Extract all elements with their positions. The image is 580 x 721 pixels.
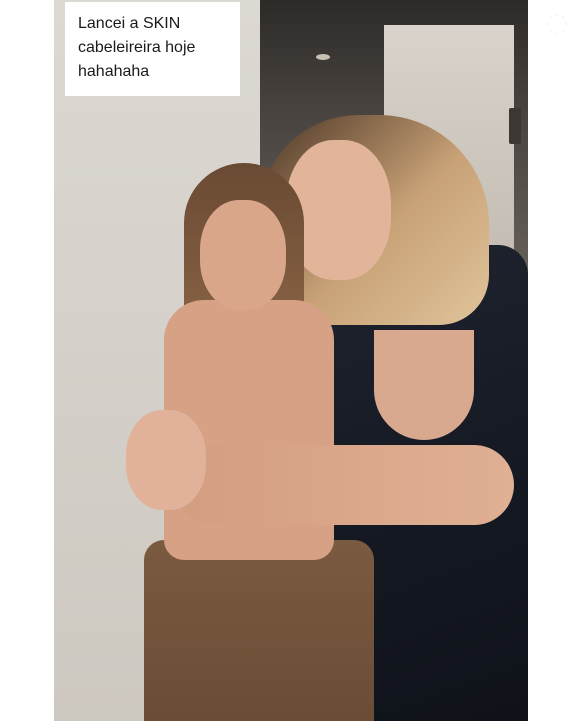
girl-face xyxy=(200,200,286,310)
door-hinge xyxy=(509,108,521,144)
girl-pants xyxy=(144,540,374,721)
woman-neckline xyxy=(374,330,474,440)
watermark-icon: ◌ xyxy=(545,8,569,38)
girl-hand xyxy=(126,410,206,510)
caption-line-1: Lancei a SKIN xyxy=(78,15,181,32)
hugging-arms xyxy=(174,445,514,525)
video-frame xyxy=(54,0,528,721)
caption-box: Lancei a SKIN cabeleireira hoje hahahaha xyxy=(65,2,240,96)
ceiling-light xyxy=(316,54,330,60)
caption-line-3: hahahaha xyxy=(78,63,150,80)
caption-line-2: cabeleireira hoje xyxy=(78,39,196,56)
